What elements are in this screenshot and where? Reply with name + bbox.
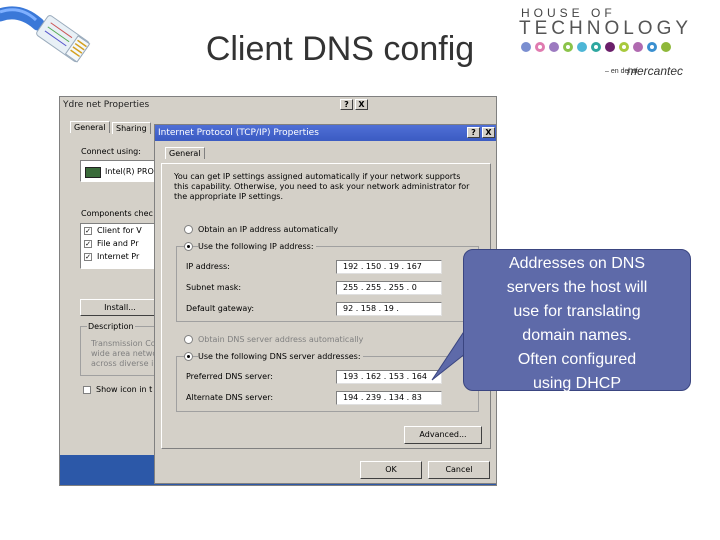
components-label: Components chec [81, 209, 153, 218]
tcpip-properties-title: Internet Protocol (TCP/IP) Properties [158, 128, 319, 138]
logo-dot-9 [633, 42, 643, 52]
preferred-dns-label: Preferred DNS server: [186, 372, 273, 381]
component-1[interactable]: Client for V [97, 226, 142, 235]
description-line-1: Transmission Co [91, 339, 156, 348]
slide-title: Client DNS config [205, 30, 475, 68]
description-group: Description Transmission Co wide area ne… [80, 322, 160, 376]
intro-line-3: the appropriate IP settings. [174, 192, 284, 201]
ip-manual-label[interactable]: Use the following IP address: [198, 242, 316, 251]
network-properties-title: Ydre net Properties [63, 100, 150, 110]
mercantec-logo-text: mercantec [627, 64, 684, 78]
component-2[interactable]: File and Pr [97, 239, 139, 248]
logo-dots [521, 42, 671, 52]
logo-dot-11 [661, 42, 671, 52]
callout-line-6: using DHCP [532, 375, 622, 392]
preferred-dns-field[interactable]: 193 . 162 . 153 . 164 [336, 370, 442, 384]
adapter-field: Intel(R) PRO [80, 160, 160, 182]
install-button[interactable]: Install... [80, 299, 160, 316]
network-card-icon [85, 167, 101, 178]
ip-auto-label[interactable]: Obtain an IP address automatically [198, 225, 338, 234]
intro-line-2: this capability. Otherwise, you need to … [174, 182, 470, 191]
component-3[interactable]: Internet Pr [97, 252, 139, 261]
house-of-technology-logo: HOUSE OF TECHNOLOGY – en del af mercante… [515, 4, 715, 82]
dns-manual-label[interactable]: Use the following DNS server addresses: [198, 352, 363, 361]
callout-line-3: use for translating [513, 303, 641, 320]
general-tab-panel: You can get IP settings assigned automat… [161, 163, 491, 449]
dns-auto-label[interactable]: Obtain DNS server address automatically [198, 335, 363, 344]
component-checkbox-1[interactable]: ✓ [84, 227, 92, 235]
dns-manual-radio[interactable] [184, 352, 193, 361]
logo-dot-5 [577, 42, 587, 52]
help-button[interactable]: ? [467, 127, 480, 138]
ip-manual-radio[interactable] [184, 242, 193, 251]
tab-sharing[interactable]: Sharing [112, 122, 151, 134]
tcpip-properties-dialog: Internet Protocol (TCP/IP) Properties ? … [154, 124, 497, 484]
dns-callout: Addresses on DNS servers the host will u… [463, 249, 691, 392]
connect-using-label: Connect using: [81, 147, 141, 156]
callout-line-5: Often configured [517, 351, 637, 368]
logo-dot-3 [549, 42, 559, 52]
intro-line-1: You can get IP settings assigned automat… [174, 172, 461, 181]
default-gateway-label: Default gateway: [186, 304, 255, 313]
components-list[interactable]: ✓ Client for V ✓ File and Pr ✓ Internet … [80, 223, 160, 269]
ok-button[interactable]: OK [360, 461, 422, 479]
subnet-mask-label: Subnet mask: [186, 283, 242, 292]
ip-address-field[interactable]: 192 . 150 . 19 . 167 [336, 260, 442, 274]
logo-dot-7 [605, 42, 615, 52]
close-button[interactable]: X [355, 99, 368, 110]
component-checkbox-2[interactable]: ✓ [84, 240, 92, 248]
ip-auto-radio[interactable] [184, 225, 193, 234]
network-properties-titlebar: Ydre net Properties ? X [60, 97, 496, 113]
subnet-mask-field[interactable]: 255 . 255 . 255 . 0 [336, 281, 442, 295]
tab-general[interactable]: General [165, 147, 205, 159]
description-line-2: wide area netwo [91, 349, 158, 358]
ip-address-label: IP address: [186, 262, 230, 271]
network-cable-image [0, 6, 91, 63]
tab-general[interactable]: General [70, 121, 110, 133]
adapter-name: Intel(R) PRO [105, 167, 154, 176]
logo-dot-8 [619, 42, 629, 52]
logo-dot-1 [521, 42, 531, 52]
logo-dot-4 [563, 42, 573, 52]
logo-line2: TECHNOLOGY [519, 18, 693, 39]
show-icon-label: Show icon in t [96, 385, 153, 394]
callout-line-1: Addresses on DNS [508, 255, 646, 272]
advanced-button[interactable]: Advanced... [404, 426, 482, 444]
cancel-button[interactable]: Cancel [428, 461, 490, 479]
callout-line-2: servers the host will [506, 279, 648, 296]
callout-line-4: domain names. [522, 327, 632, 344]
close-button[interactable]: X [482, 127, 495, 138]
show-icon-checkbox[interactable] [83, 386, 91, 394]
component-checkbox-3[interactable]: ✓ [84, 253, 92, 261]
dns-auto-radio[interactable] [184, 335, 193, 344]
alternate-dns-label: Alternate DNS server: [186, 393, 274, 402]
logo-dot-2 [535, 42, 545, 52]
help-button[interactable]: ? [340, 99, 353, 110]
description-line-3: across diverse i [91, 359, 154, 368]
default-gateway-field[interactable]: 92 . 158 . 19 . [336, 302, 442, 316]
logo-dot-10 [647, 42, 657, 52]
tcpip-properties-titlebar: Internet Protocol (TCP/IP) Properties ? … [155, 125, 496, 141]
description-label: Description [87, 322, 135, 331]
logo-dot-6 [591, 42, 601, 52]
alternate-dns-field[interactable]: 194 . 239 . 134 . 83 [336, 391, 442, 405]
